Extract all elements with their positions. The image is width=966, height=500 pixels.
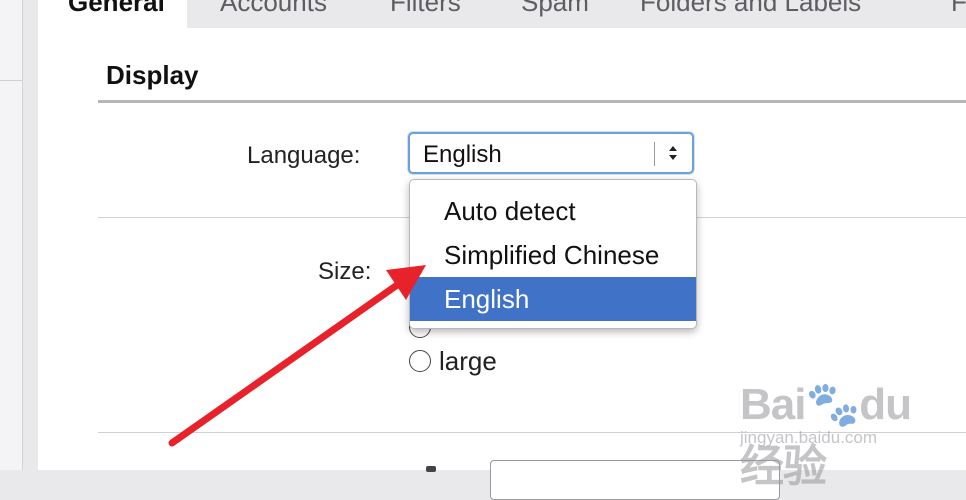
left-sidebar [0, 0, 23, 470]
tab-spam[interactable]: Spam [521, 0, 589, 28]
select-separator [654, 142, 655, 166]
size-radio-large[interactable] [409, 350, 431, 372]
language-dropdown-menu: Auto detect Simplified Chinese English [409, 179, 697, 329]
section-divider [98, 100, 966, 103]
select-arrows-icon [669, 146, 677, 160]
settings-tab-bar: General Accounts Filters Spam Folders an… [38, 0, 966, 28]
baidu-jingyan-watermark: Bai🐾du 经验 jingyan.baidu.com [728, 356, 964, 491]
tab-folders-and-labels[interactable]: Folders and Labels [640, 0, 861, 28]
watermark-url: jingyan.baidu.com [740, 428, 878, 447]
language-select-value: English [423, 141, 502, 168]
partial-control-icon [426, 466, 436, 472]
section-title-display: Display [106, 60, 199, 90]
tab-accounts[interactable]: Accounts [220, 0, 327, 28]
size-label: Size: [318, 258, 372, 285]
language-label: Language: [247, 142, 361, 169]
option-english[interactable]: English [410, 277, 696, 321]
option-auto-detect[interactable]: Auto detect [410, 189, 696, 233]
option-simplified-chinese[interactable]: Simplified Chinese [410, 233, 696, 277]
language-select[interactable]: English [408, 132, 694, 174]
tab-more[interactable]: F [951, 0, 966, 28]
next-setting-field[interactable] [490, 460, 780, 500]
size-option-large-label: large [439, 346, 497, 376]
tab-general[interactable]: General [38, 0, 187, 28]
tab-filters[interactable]: Filters [390, 0, 461, 28]
sidebar-divider [0, 80, 22, 81]
